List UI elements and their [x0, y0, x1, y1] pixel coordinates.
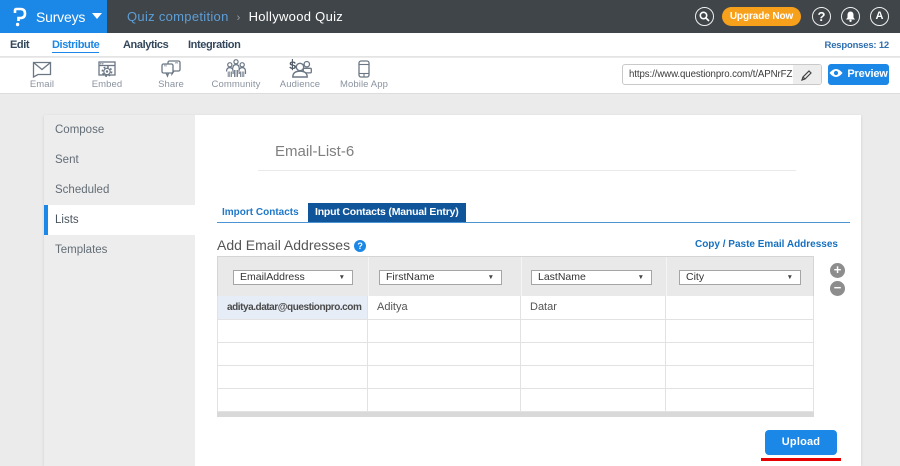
svg-text:“: “	[164, 65, 167, 71]
svg-text:”: ”	[175, 63, 178, 69]
